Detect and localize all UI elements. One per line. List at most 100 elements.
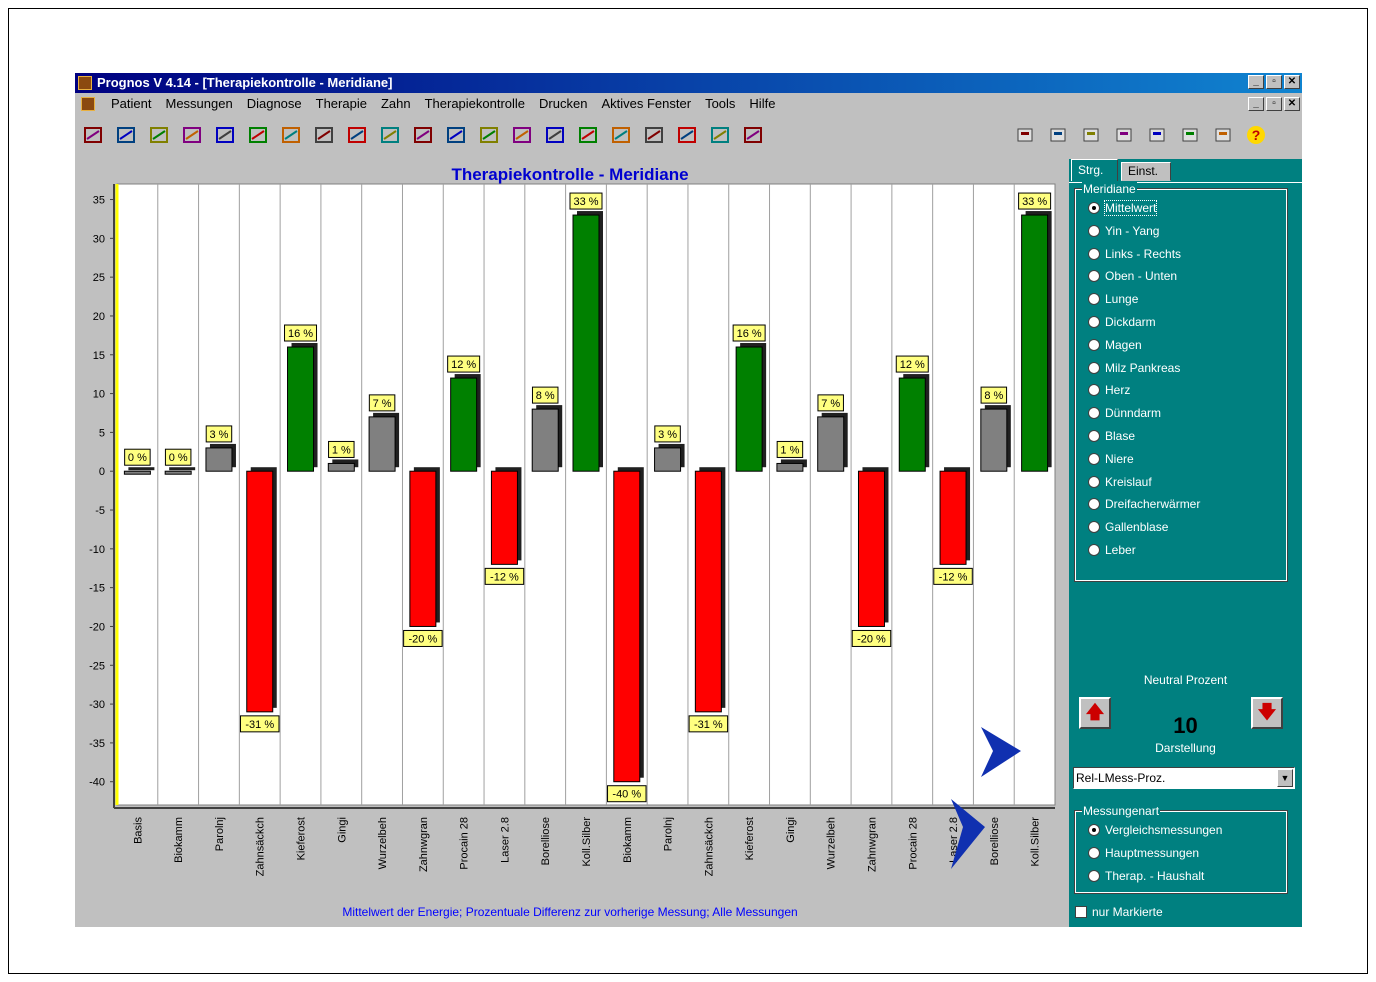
crosshair-chart-icon[interactable] (512, 125, 532, 145)
grid-icon[interactable] (347, 125, 367, 145)
menu-item-4[interactable]: Zahn (374, 93, 418, 115)
table-icon[interactable] (116, 125, 136, 145)
stripes-icon[interactable] (314, 125, 334, 145)
list-icon[interactable] (215, 125, 235, 145)
arrow-icon[interactable] (380, 125, 400, 145)
transfer-icon[interactable] (677, 125, 697, 145)
print-right-icon[interactable] (1015, 125, 1035, 145)
export-icon[interactable] (1114, 125, 1134, 145)
radio-merList-0[interactable]: Mittelwert (1088, 198, 1158, 218)
scatter-icon[interactable] (281, 125, 301, 145)
settings-icon[interactable] (1213, 125, 1233, 145)
report-icon[interactable] (1081, 125, 1101, 145)
close-button[interactable]: ✕ (1284, 75, 1300, 89)
radio-merList-11[interactable]: Niere (1088, 449, 1134, 469)
dropdown-arrow-icon[interactable]: ▼ (1277, 769, 1293, 787)
app-icon (78, 76, 92, 90)
line-chart-icon[interactable] (149, 125, 169, 145)
tab-einst[interactable]: Einst. (1121, 162, 1171, 181)
menu-item-6[interactable]: Drucken (532, 93, 594, 115)
pencil-h-icon[interactable] (545, 125, 565, 145)
radio-merList-14[interactable]: Gallenblase (1088, 517, 1168, 537)
category-label: Kieferost (744, 817, 756, 860)
radio-dot[interactable] (1088, 869, 1100, 882)
minimize-button[interactable]: _ (1248, 75, 1264, 89)
radio-dot[interactable] (1088, 316, 1100, 328)
checkbox-box[interactable] (1075, 906, 1087, 918)
radio-merList-12[interactable]: Kreislauf (1088, 472, 1152, 492)
child-restore-button[interactable]: ▫ (1266, 97, 1282, 111)
radio-dot[interactable] (1088, 430, 1100, 442)
menu-item-5[interactable]: Therapiekontrolle (418, 93, 532, 115)
darstellung-select[interactable]: Rel-LMess-Proz. ▼ (1073, 767, 1295, 789)
menu-item-9[interactable]: Hilfe (742, 93, 782, 115)
y-tick-label: 35 (93, 195, 105, 207)
menu-item-1[interactable]: Messungen (158, 93, 239, 115)
bar-chart-icon[interactable] (182, 125, 202, 145)
child-window-icon[interactable] (81, 97, 95, 111)
radio-merList-2[interactable]: Links - Rechts (1088, 244, 1181, 264)
radio-merList-9[interactable]: Dünndarm (1088, 403, 1161, 423)
radio-dot[interactable] (1088, 384, 1100, 397)
radio-dot[interactable] (1088, 544, 1100, 556)
radio-dot[interactable] (1088, 452, 1100, 465)
radio-dot[interactable] (1088, 475, 1100, 488)
radio-merList-7[interactable]: Milz Pankreas (1088, 358, 1180, 378)
menu-item-7[interactable]: Aktives Fenster (594, 93, 698, 115)
radio-dot[interactable] (1088, 521, 1100, 534)
radio-merList-15[interactable]: Leber (1088, 540, 1136, 560)
columns-icon[interactable] (446, 125, 466, 145)
pencil-v-icon[interactable] (578, 125, 598, 145)
title-bar[interactable]: Prognos V 4.14 - [Therapiekontrolle - Me… (75, 73, 1302, 93)
radio-merList-8[interactable]: Herz (1088, 380, 1130, 400)
menu-item-3[interactable]: Therapie (309, 93, 374, 115)
radio-merList-5[interactable]: Dickdarm (1088, 312, 1156, 332)
radio-merList-1[interactable]: Yin - Yang (1088, 221, 1159, 241)
radio-merList-13[interactable]: Dreifacherwärmer (1088, 494, 1200, 514)
menu-item-0[interactable]: Patient (104, 93, 158, 115)
circle-icon[interactable] (248, 125, 268, 145)
bar (205, 447, 233, 472)
radio-label: Gallenblase (1105, 520, 1169, 535)
radio-messList-0[interactable]: Vergleichsmessungen (1088, 820, 1222, 840)
radio-dot[interactable] (1088, 824, 1100, 836)
radio-dot[interactable] (1088, 202, 1100, 214)
radio-dot[interactable] (1088, 338, 1100, 351)
nur-markierte-checkbox[interactable]: nur Markierte (1075, 905, 1163, 919)
clipboard-icon[interactable] (710, 125, 730, 145)
menu-item-8[interactable]: Tools (698, 93, 742, 115)
compare-icon[interactable] (1180, 125, 1200, 145)
radio-merList-10[interactable]: Blase (1088, 426, 1135, 446)
pencil-e-icon[interactable] (611, 125, 631, 145)
radio-merList-6[interactable]: Magen (1088, 335, 1142, 355)
radio-dot[interactable] (1088, 293, 1100, 306)
print-icon[interactable] (644, 125, 664, 145)
print-preview-icon[interactable] (1048, 125, 1068, 145)
gauge-icon[interactable] (413, 125, 433, 145)
radio-dot[interactable] (1088, 498, 1100, 511)
category-label: Laser 2.8 (499, 817, 511, 863)
radio-dot[interactable] (1088, 846, 1100, 859)
radio-dot[interactable] (1088, 224, 1100, 237)
figure-icon[interactable] (743, 125, 763, 145)
child-minimize-button[interactable]: _ (1248, 97, 1264, 111)
restore-button[interactable]: ▫ (1266, 75, 1282, 89)
decrease-button[interactable]: 🡇 (1251, 697, 1283, 729)
bar-data-label: -31 % (245, 719, 274, 731)
tab-strg[interactable]: Strg. (1071, 159, 1118, 181)
radio-merList-3[interactable]: Oben - Unten (1088, 266, 1177, 286)
help-icon[interactable]: ? (1246, 125, 1266, 145)
radio-dot[interactable] (1088, 247, 1100, 260)
radio-messList-2[interactable]: Therap. - Haushalt (1088, 866, 1204, 886)
open-icon[interactable] (83, 125, 103, 145)
radio-dot[interactable] (1088, 361, 1100, 374)
radio-dot[interactable] (1088, 407, 1100, 420)
area-chart-icon[interactable] (479, 125, 499, 145)
radio-dot[interactable] (1088, 270, 1100, 283)
menu-item-2[interactable]: Diagnose (240, 93, 309, 115)
radio-merList-4[interactable]: Lunge (1088, 289, 1138, 309)
radio-messList-1[interactable]: Hauptmessungen (1088, 843, 1199, 863)
help-query-icon[interactable] (1147, 125, 1167, 145)
child-close-button[interactable]: ✕ (1284, 97, 1300, 111)
chart-subtitle: Mittelwert der Energie; Prozentuale Diff… (342, 905, 798, 919)
